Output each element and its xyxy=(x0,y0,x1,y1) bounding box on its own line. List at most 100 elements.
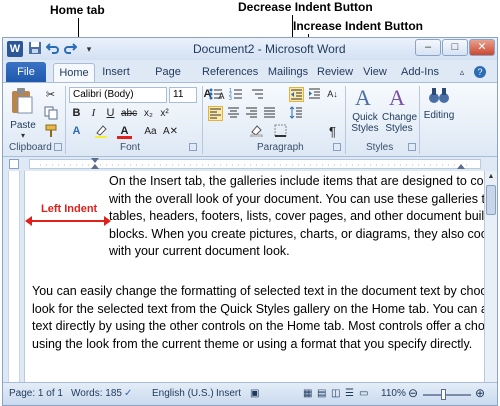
text-line: On the Insert tab, the galleries include… xyxy=(109,174,498,188)
close-button[interactable]: ✕ xyxy=(469,39,495,56)
align-center-icon[interactable] xyxy=(226,106,241,121)
copy-icon[interactable] xyxy=(43,106,58,121)
text-line: with the overall look of your document. … xyxy=(109,191,498,206)
styles-launcher-icon[interactable] xyxy=(408,143,416,151)
justify-icon[interactable] xyxy=(262,106,277,121)
sort-icon[interactable]: A↓ xyxy=(325,87,340,102)
view-draft-icon[interactable]: ▭ xyxy=(359,388,368,399)
paragraph-launcher-icon[interactable] xyxy=(333,143,341,151)
highlight-icon[interactable] xyxy=(93,124,108,139)
tab-insert[interactable]: Insert xyxy=(98,63,134,82)
superscript-icon[interactable]: x² xyxy=(157,106,172,121)
binoculars-icon xyxy=(429,88,449,103)
font-launcher-icon[interactable] xyxy=(189,143,197,151)
svg-text:A: A xyxy=(389,85,405,109)
normal-paragraph: You can easily change the formatting of … xyxy=(32,283,498,353)
zoom-slider[interactable] xyxy=(423,394,471,396)
first-line-indent-marker[interactable] xyxy=(91,158,99,163)
view-outline-icon[interactable]: ☰ xyxy=(345,388,354,399)
multilevel-list-icon[interactable] xyxy=(249,87,264,102)
quick-styles-label: Quick Styles xyxy=(351,112,379,134)
strikethrough-icon[interactable]: abc xyxy=(121,106,137,121)
callout-increase-indent: Increase Indent Button xyxy=(293,19,424,33)
document-area[interactable]: On the Insert tab, the galleries include… xyxy=(3,171,497,388)
horizontal-ruler[interactable] xyxy=(3,157,497,171)
underline-button[interactable]: U xyxy=(103,106,118,121)
proofing-icon[interactable]: ✓ xyxy=(124,388,132,399)
numbering-icon[interactable]: 123 xyxy=(228,87,243,102)
page-count[interactable]: Page: 1 of 1 xyxy=(9,388,63,399)
subscript-icon[interactable]: x₂ xyxy=(141,106,156,121)
quick-styles-button[interactable]: A Quick Styles xyxy=(349,85,381,141)
decrease-indent-button[interactable] xyxy=(289,87,304,102)
view-full-screen-icon[interactable]: ▤ xyxy=(317,388,326,399)
save-icon[interactable] xyxy=(28,41,44,57)
tab-references[interactable]: References xyxy=(202,63,258,82)
paste-button[interactable]: Paste ▾ xyxy=(9,87,37,140)
vertical-ruler xyxy=(3,171,25,388)
format-painter-icon[interactable] xyxy=(43,124,58,139)
change-case-icon[interactable]: Aa xyxy=(143,124,158,139)
pilcrow-button[interactable]: ¶ xyxy=(325,124,340,139)
ruler-tab-selector-icon[interactable] xyxy=(9,159,19,169)
left-indent-marker[interactable] xyxy=(91,164,99,169)
borders-icon[interactable] xyxy=(273,124,288,139)
language-status[interactable]: English (U.S.) xyxy=(152,388,214,399)
zoom-in-icon[interactable]: ⊕ xyxy=(475,386,485,400)
bold-button[interactable]: B xyxy=(69,106,84,121)
minimize-button[interactable]: – xyxy=(415,39,441,56)
right-indent-marker[interactable] xyxy=(457,164,465,169)
customize-qat-icon[interactable]: ▾ xyxy=(81,41,97,57)
zoom-out-icon[interactable]: ⊖ xyxy=(408,386,418,400)
tab-view[interactable]: View xyxy=(360,63,390,82)
quick-styles-icon: A xyxy=(355,85,371,110)
align-right-icon[interactable] xyxy=(244,106,259,121)
increase-indent-button[interactable] xyxy=(307,87,322,102)
text-line: You can easily change the formatting of … xyxy=(32,284,498,298)
change-styles-button[interactable]: A Change Styles xyxy=(382,85,417,141)
zoom-level[interactable]: 110% xyxy=(381,388,406,399)
word-logo-icon[interactable]: W xyxy=(7,41,23,57)
word-window: W ▾ Document2 - Microsoft Word – □ ✕ Fil… xyxy=(2,37,498,406)
tab-mailings[interactable]: Mailings xyxy=(264,63,312,82)
separator xyxy=(65,86,66,154)
tab-page-layout[interactable]: Page Layout xyxy=(138,63,198,97)
bullets-icon[interactable] xyxy=(208,87,223,102)
font-size-dropdown[interactable]: 11 xyxy=(169,87,197,103)
status-bar: Page: 1 of 1 Words: 185 ✓ English (U.S.)… xyxy=(3,382,497,405)
align-left-icon[interactable] xyxy=(208,106,223,121)
font-group-label: Font xyxy=(120,142,141,153)
zoom-slider-thumb[interactable] xyxy=(441,389,446,400)
text-effects-icon[interactable]: A xyxy=(69,124,84,139)
paste-label: Paste xyxy=(10,120,36,131)
cut-icon[interactable]: ✂ xyxy=(43,88,58,103)
font-color-icon[interactable]: A xyxy=(117,124,132,139)
view-print-layout-icon[interactable]: ▦ xyxy=(303,388,312,399)
shading-icon[interactable] xyxy=(249,124,264,139)
clipboard-group-label: Clipboard xyxy=(9,142,52,153)
help-icon[interactable]: ? xyxy=(473,63,487,82)
maximize-button[interactable]: □ xyxy=(442,39,468,56)
clear-formatting-icon[interactable]: A✕ xyxy=(163,124,178,139)
insert-mode[interactable]: Insert xyxy=(216,388,241,399)
word-count[interactable]: Words: 185 xyxy=(71,388,122,399)
undo-icon[interactable] xyxy=(45,41,62,57)
clipboard-launcher-icon[interactable] xyxy=(54,143,62,151)
view-web-icon[interactable]: ◫ xyxy=(331,388,340,399)
font-family-dropdown[interactable]: Calibri (Body) xyxy=(69,87,167,103)
macro-icon[interactable]: ▣ xyxy=(250,388,259,399)
tab-addins[interactable]: Add-Ins xyxy=(399,63,441,82)
redo-icon[interactable] xyxy=(63,41,79,57)
svg-text:3: 3 xyxy=(229,96,232,101)
italic-button[interactable]: I xyxy=(86,106,101,121)
tab-home[interactable]: Home xyxy=(53,63,95,82)
tab-file[interactable]: File xyxy=(6,62,46,82)
editing-button[interactable]: Editing xyxy=(422,85,456,141)
separator xyxy=(202,86,203,154)
minimize-ribbon-icon[interactable]: ▵ xyxy=(455,63,469,82)
line-spacing-icon[interactable] xyxy=(289,106,304,121)
vertical-scrollbar[interactable]: ▲ xyxy=(484,171,497,388)
scroll-thumb[interactable] xyxy=(486,185,496,215)
text-line: using the look from the current theme or… xyxy=(32,336,473,351)
tab-review[interactable]: Review xyxy=(317,63,353,82)
